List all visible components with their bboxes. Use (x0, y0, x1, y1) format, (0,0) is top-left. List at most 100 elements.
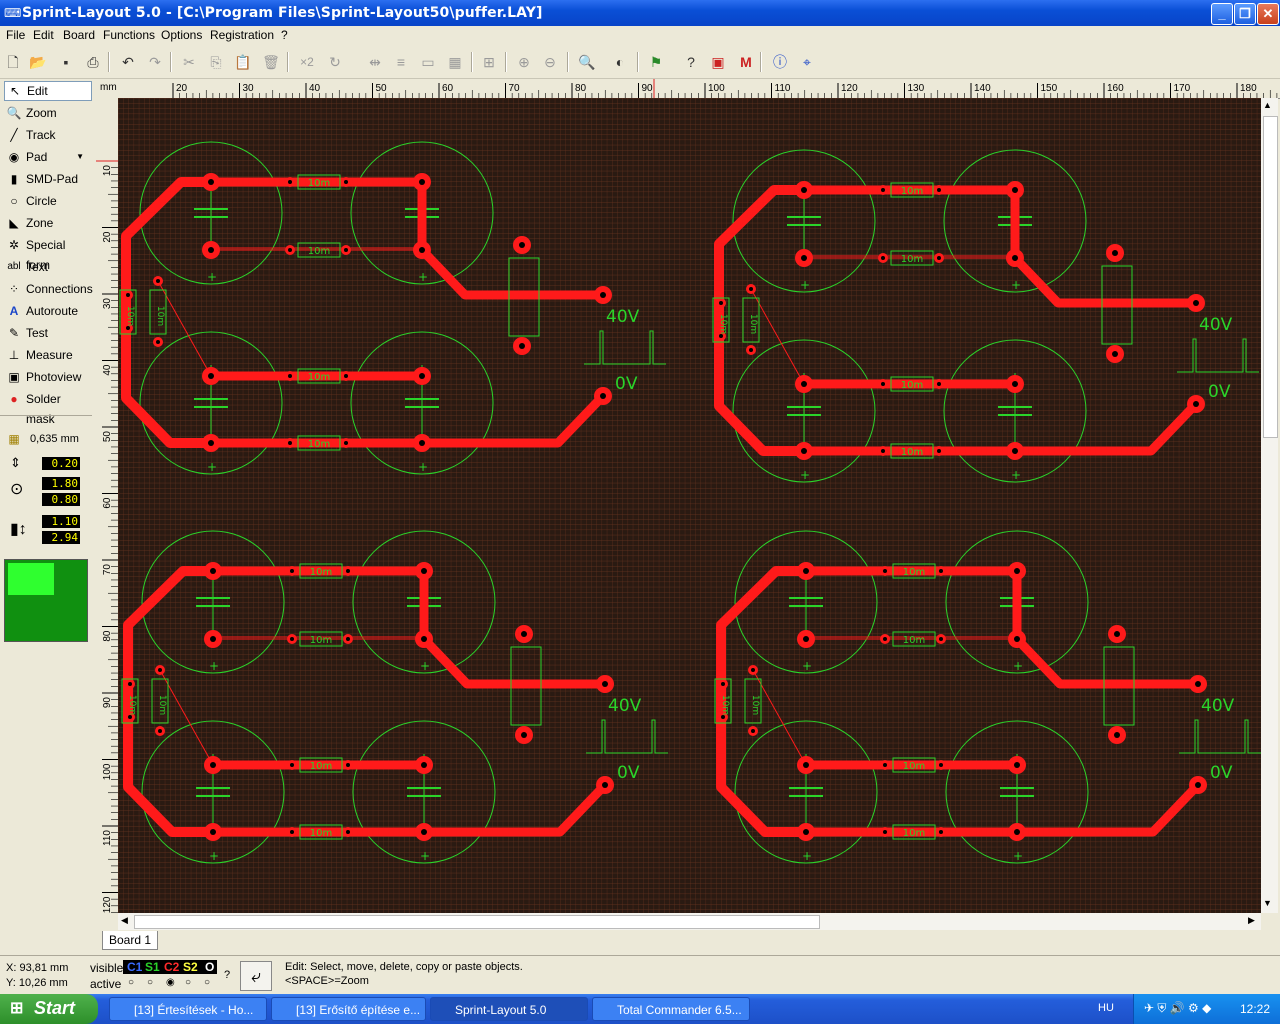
ruler-tick-label: 90 (642, 83, 654, 94)
smd-height-value[interactable]: 2.94 (42, 531, 80, 544)
undo-icon[interactable]: ↶ (118, 52, 138, 72)
board-overview[interactable] (4, 559, 88, 642)
copy-icon[interactable]: ⎘ (206, 52, 226, 72)
tool-circle[interactable]: ○ Circle (4, 191, 90, 211)
track-width-value[interactable]: 0.20 (42, 457, 80, 470)
grid-setting[interactable]: ▦ 0,635 mm (4, 429, 90, 449)
tool-zoom[interactable]: 🔍 Zoom (4, 103, 90, 123)
horizontal-scroll-thumb[interactable] (134, 915, 820, 929)
task-firefox-2[interactable]: [13] Erősítő építése e... (271, 997, 426, 1021)
info-icon[interactable]: ⓘ (770, 52, 790, 72)
layer-icon[interactable]: ⊞ (479, 52, 499, 72)
lock-icon[interactable]: ⊕ (514, 52, 534, 72)
tool-text[interactable]: abl Text (4, 257, 90, 277)
cut-icon[interactable]: ✂ (179, 52, 199, 72)
redo-icon[interactable]: ↷ (145, 52, 165, 72)
restore-button[interactable]: ❐ (1234, 3, 1256, 25)
language-indicator[interactable]: HU (1098, 1002, 1114, 1014)
rotate-icon[interactable]: ↻ (325, 52, 345, 72)
pad-inner-value[interactable]: 0.80 (42, 493, 80, 506)
pcb-canvas[interactable]: + + + +10m 10m 10m 10m 10m 10m 40V 0V + + + +10m 10m 10m… (118, 98, 1261, 913)
layer-help[interactable]: ? (224, 969, 230, 981)
tool-test[interactable]: ✎ Test (4, 323, 90, 343)
close-button[interactable]: ✕ (1257, 3, 1279, 25)
minimize-button[interactable]: _ (1211, 3, 1233, 25)
status-bar: X: 93,81 mm Y: 10,26 mm visible active C… (0, 955, 1280, 994)
autoroute-toolbar-icon[interactable]: ⚑ (646, 52, 666, 72)
ungroup-icon[interactable]: ▦ (445, 52, 465, 72)
tab-board-1[interactable]: Board 1 (102, 931, 159, 950)
menu-functions[interactable]: Functions (103, 28, 155, 42)
tool-autoroute[interactable]: A Autoroute (4, 301, 90, 321)
tool-edit[interactable]: ↖ Edit (4, 81, 92, 101)
active-radio-c2[interactable]: ◉ (166, 977, 175, 988)
tool-measure[interactable]: ⊥ Measure (4, 345, 90, 365)
vertical-scroll-thumb[interactable] (1263, 116, 1278, 438)
open-folder-icon[interactable]: 📂 (28, 52, 48, 72)
pad-hole (208, 247, 214, 253)
polarity-mark: + (802, 659, 812, 673)
start-button[interactable]: ⊞ Start (0, 994, 98, 1024)
new-file-icon[interactable]: 🗋 (3, 52, 23, 72)
ruler-tick-label: 160 (1107, 83, 1124, 94)
pcb-drawing[interactable]: + + + +10m 10m 10m 10m 10m 10m 40V 0V + + + +10m 10m 10m… (118, 98, 1261, 913)
print-icon[interactable]: ⎙ (83, 52, 103, 72)
group-icon[interactable]: ▭ (418, 52, 438, 72)
duplicate-icon[interactable]: ×2 (296, 52, 318, 72)
active-radio-s2[interactable]: ○ (185, 977, 191, 988)
pad-hole (1012, 448, 1018, 454)
paste-icon[interactable]: 📋 (233, 52, 253, 72)
unlock-icon[interactable]: ⊖ (540, 52, 560, 72)
tool-smd-pad[interactable]: ▮ SMD-Pad (4, 169, 90, 189)
layer-s1[interactable]: S1 (145, 960, 160, 974)
menu-edit[interactable]: Edit (33, 28, 54, 42)
drc-check-icon[interactable]: ? (681, 52, 701, 72)
active-radio-c1[interactable]: ○ (128, 977, 134, 988)
layer-c2[interactable]: C2 (164, 960, 179, 974)
task-total-commander[interactable]: Total Commander 6.5... (592, 997, 750, 1021)
layer-o[interactable]: O (205, 960, 214, 974)
menu-options[interactable]: Options (161, 28, 202, 42)
overview-viewport[interactable] (8, 563, 54, 595)
align-icon[interactable]: ≡ (391, 52, 411, 72)
save-icon[interactable]: ▪ (56, 52, 76, 72)
tool-photoview[interactable]: ▣ Photoview (4, 367, 90, 387)
task-sprint-layout[interactable]: Sprint-Layout 5.0 (430, 997, 588, 1021)
tool-track[interactable]: ╱ Track (4, 125, 90, 145)
drc-icon[interactable]: ▣ (708, 52, 728, 72)
menu-help[interactable]: ? (281, 28, 288, 42)
active-radio-s1[interactable]: ○ (147, 977, 153, 988)
layer-s2[interactable]: S2 (183, 960, 198, 974)
transparent-icon[interactable]: ◐ (610, 52, 630, 72)
tool-pad[interactable]: ◉ Pad ▼ (4, 147, 90, 167)
task-firefox-1[interactable]: [13] Értesítések - Ho... (109, 997, 267, 1021)
active-radio-o[interactable]: ○ (204, 977, 210, 988)
menu-registration[interactable]: Registration (210, 28, 274, 42)
track-mode-icon[interactable]: ⤶ (240, 961, 272, 991)
scroll-left-icon[interactable]: ◀ (121, 915, 128, 926)
menu-board[interactable]: Board (63, 28, 95, 42)
horizontal-scrollbar[interactable]: ◀ ▶ (118, 913, 1261, 930)
scroll-up-icon[interactable]: ▲ (1263, 100, 1272, 110)
tray-icons[interactable]: ✈ ⛨ 🔊 ⚙ ◆ (1144, 1001, 1211, 1016)
scroll-down-icon[interactable]: ▼ (1263, 898, 1272, 908)
app-icon[interactable]: ⌨ (4, 6, 21, 20)
zoom-all-icon[interactable]: 🔍 (577, 52, 597, 72)
menu-file[interactable]: File (6, 28, 25, 42)
dropdown-arrow-icon[interactable]: ▼ (76, 147, 84, 167)
tool-connections[interactable]: ⁘ Connections (4, 279, 93, 299)
tool-special-form[interactable]: ✲ Special form (4, 235, 90, 272)
vertical-scrollbar[interactable]: ▲ ▼ (1261, 98, 1278, 913)
tool-zone[interactable]: ◣ Zone (4, 213, 90, 233)
smd-width-value[interactable]: 1.10 (42, 515, 80, 528)
scroll-right-icon[interactable]: ▶ (1248, 915, 1255, 926)
macro-icon[interactable]: M (736, 52, 756, 72)
tool-solder-mask[interactable]: ● Solder mask (4, 389, 90, 426)
resistor-label: 10m (308, 372, 330, 383)
delete-icon[interactable]: 🗑 (261, 52, 281, 72)
layer-c1[interactable]: C1 (127, 960, 142, 974)
scanned-copy-icon[interactable]: ⌖ (797, 52, 817, 72)
label-40v: 40V (1201, 696, 1235, 716)
mirror-icon[interactable]: ⇹ (365, 52, 385, 72)
pad-outer-value[interactable]: 1.80 (42, 477, 80, 490)
